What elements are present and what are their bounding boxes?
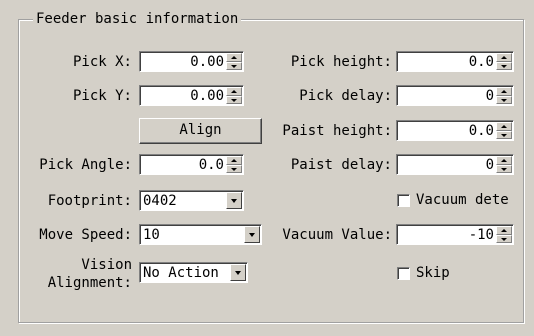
- pick-delay-spinner[interactable]: 0: [396, 85, 514, 106]
- pick-angle-up-arrow-icon[interactable]: [226, 156, 242, 165]
- paist-height-up-arrow-icon[interactable]: [496, 122, 512, 131]
- pick-angle-label: Pick Angle:: [39, 157, 132, 173]
- pick-y-label: Pick Y:: [72, 88, 132, 104]
- vision-alignment-value: No Action: [143, 265, 219, 281]
- paist-delay-label: Paist delay:: [290, 157, 392, 173]
- pick-delay-down-arrow-icon[interactable]: [496, 95, 512, 104]
- align-button[interactable]: Align: [139, 118, 262, 144]
- paist-delay-value: 0: [485, 157, 494, 173]
- paist-height-down-arrow-icon[interactable]: [496, 130, 512, 139]
- skip-label: Skip: [416, 265, 450, 281]
- vacuum-value-spinner[interactable]: -10: [396, 224, 514, 245]
- pick-delay-label: Pick delay:: [299, 88, 392, 104]
- pick-x-value: 0.00: [190, 54, 224, 70]
- vision-alignment-select[interactable]: No Action: [139, 262, 248, 283]
- vision-alignment-label-line1: Vision: [81, 257, 132, 273]
- vision-alignment-dropdown-arrow-icon[interactable]: [230, 264, 246, 281]
- move-speed-dropdown-arrow-icon[interactable]: [244, 226, 260, 243]
- move-speed-select[interactable]: 10: [139, 224, 262, 245]
- footprint-select[interactable]: 0402: [139, 190, 244, 211]
- group-title: Feeder basic information: [33, 9, 242, 29]
- vacuum-detect-label: Vacuum dete: [416, 192, 509, 208]
- paist-height-spinner[interactable]: 0.0: [396, 120, 514, 141]
- pick-x-down-arrow-icon[interactable]: [226, 61, 242, 70]
- paist-delay-spinner[interactable]: 0: [396, 154, 514, 175]
- pick-y-value: 0.00: [190, 88, 224, 104]
- vision-alignment-label-line2: Alignment:: [47, 275, 132, 291]
- pick-height-down-arrow-icon[interactable]: [496, 61, 512, 70]
- pick-angle-down-arrow-icon[interactable]: [226, 164, 242, 173]
- paist-height-label: Paist height:: [282, 123, 392, 139]
- pick-y-spinner[interactable]: 0.00: [139, 85, 244, 106]
- pick-delay-value: 0: [485, 88, 494, 104]
- move-speed-label: Move Speed:: [39, 227, 132, 243]
- pick-x-spinner[interactable]: 0.00: [139, 51, 244, 72]
- pick-height-label: Pick height:: [290, 54, 392, 70]
- vacuum-value-value: -10: [468, 227, 494, 243]
- footprint-label: Footprint:: [47, 193, 132, 209]
- pick-height-value: 0.0: [468, 54, 494, 70]
- vacuum-value-up-arrow-icon[interactable]: [496, 226, 512, 235]
- pick-height-up-arrow-icon[interactable]: [496, 53, 512, 62]
- paist-delay-down-arrow-icon[interactable]: [496, 164, 512, 173]
- pick-height-spinner[interactable]: 0.0: [396, 51, 514, 72]
- vacuum-detect-box[interactable]: [397, 193, 410, 207]
- pick-delay-up-arrow-icon[interactable]: [496, 87, 512, 96]
- paist-delay-up-arrow-icon[interactable]: [496, 156, 512, 165]
- pick-y-up-arrow-icon[interactable]: [226, 87, 242, 96]
- pick-x-up-arrow-icon[interactable]: [226, 53, 242, 62]
- footprint-value: 0402: [143, 193, 177, 209]
- vacuum-value-down-arrow-icon[interactable]: [496, 234, 512, 243]
- move-speed-value: 10: [143, 227, 160, 243]
- skip-box[interactable]: [397, 266, 410, 280]
- skip-checkbox[interactable]: Skip: [397, 265, 450, 281]
- pick-x-label: Pick X:: [72, 54, 132, 70]
- pick-angle-value: 0.0: [198, 157, 224, 173]
- pick-angle-spinner[interactable]: 0.0: [139, 154, 244, 175]
- vacuum-value-label: Vacuum Value:: [282, 227, 392, 243]
- paist-height-value: 0.0: [468, 123, 494, 139]
- pick-y-down-arrow-icon[interactable]: [226, 95, 242, 104]
- vacuum-detect-checkbox[interactable]: Vacuum dete: [397, 192, 509, 208]
- footprint-dropdown-arrow-icon[interactable]: [226, 192, 242, 209]
